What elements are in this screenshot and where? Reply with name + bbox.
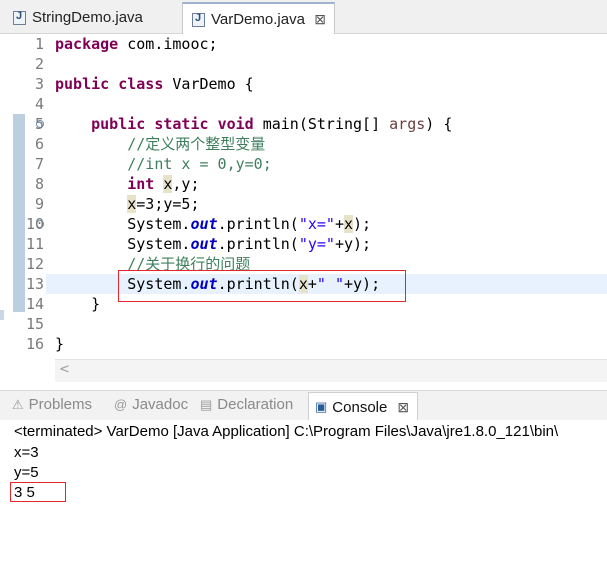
tab-stringdemo[interactable]: StringDemo.java	[4, 3, 179, 32]
line-number: 15	[25, 315, 44, 333]
parameter: args	[389, 115, 426, 133]
tab-label: Declaration	[217, 396, 294, 413]
tab-javadoc[interactable]: @ Javadoc	[114, 396, 188, 413]
view-tab-bar: ⚠ Problems @ Javadoc ▤ Declaration ▣ Con…	[0, 390, 607, 421]
code-line: 10 System.out.println("x="+x);	[0, 214, 607, 234]
editor-tab-bar: StringDemo.java VarDemo.java ⊠	[0, 0, 607, 35]
code-text: }	[55, 335, 65, 353]
line-number: 12	[25, 255, 44, 273]
code-line: 3 public class VarDemo {	[0, 74, 607, 94]
code-line: 7 //int x = 0,y=0;	[0, 154, 607, 174]
keyword: void	[217, 115, 254, 133]
code-text: main(String[]	[253, 115, 390, 133]
problems-icon: ⚠	[12, 396, 24, 412]
code-text: );	[353, 215, 372, 233]
code-text: +	[334, 215, 344, 233]
string-literal: "x="	[298, 215, 335, 233]
line-number: 4	[34, 95, 44, 113]
line-number: 13	[25, 275, 44, 293]
code-line: 9 x=3;y=5;	[0, 194, 607, 214]
tab-label: Javadoc	[132, 396, 189, 413]
keyword: public	[55, 75, 110, 93]
line-number: 16	[25, 335, 44, 353]
code-line: 11 System.out.println("y="+y);	[0, 234, 607, 254]
code-line: 16 }	[0, 334, 607, 354]
variable-occurrence: x	[127, 195, 137, 213]
line-number: 11	[25, 235, 44, 253]
code-text: ,y;	[172, 175, 200, 193]
keyword: int	[127, 175, 155, 193]
java-file-icon	[192, 12, 205, 27]
code-text: com.imooc;	[118, 35, 218, 53]
static-field: out	[190, 215, 218, 233]
keyword: class	[118, 75, 164, 93]
console-output[interactable]	[0, 420, 607, 580]
code-text: VarDemo {	[163, 75, 254, 93]
line-number: 6	[34, 135, 44, 153]
code-line: 5 public static void main(String[] args)…	[0, 114, 607, 134]
keyword: static	[154, 115, 209, 133]
code-line: 6 //定义两个整型变量	[0, 134, 607, 154]
keyword: public	[91, 115, 146, 133]
keyword: package	[55, 35, 119, 53]
tab-problems[interactable]: ⚠ Problems	[12, 396, 92, 413]
line-number: 8	[34, 175, 44, 193]
line-number: 14	[25, 295, 44, 313]
code-line: 2	[0, 54, 607, 74]
code-text: ) {	[425, 115, 453, 133]
line-number: 9	[34, 195, 44, 213]
close-icon[interactable]: ⊠	[397, 399, 409, 416]
line-number: 5	[34, 115, 44, 133]
code-text: System.	[127, 235, 191, 253]
console-output-line: y=5	[14, 464, 39, 481]
tab-console[interactable]: ▣ Console ⊠	[308, 392, 419, 421]
comment: //定义两个整型变量	[127, 135, 266, 153]
tab-vardemo[interactable]: VarDemo.java ⊠	[182, 2, 335, 35]
console-header: <terminated> VarDemo [Java Application] …	[14, 423, 559, 440]
declaration-icon: ▤	[200, 396, 213, 412]
line-number: 1	[34, 35, 44, 53]
code-line: 4	[0, 94, 607, 114]
tab-label: Console	[332, 398, 388, 416]
java-file-icon	[13, 10, 26, 25]
code-text: System.	[127, 215, 191, 233]
code-line: 15	[0, 314, 607, 334]
chevron-left-icon[interactable]: <	[59, 362, 70, 377]
line-number: 3	[34, 75, 44, 93]
static-field: out	[190, 235, 218, 253]
string-literal: "y="	[298, 235, 335, 253]
annotation-highlight-box	[118, 270, 406, 302]
code-text: }	[91, 295, 101, 313]
tab-declaration[interactable]: ▤ Declaration	[200, 396, 293, 413]
close-icon[interactable]: ⊠	[314, 11, 326, 28]
horizontal-scrollbar[interactable]: <	[55, 359, 607, 382]
tab-label: StringDemo.java	[32, 9, 143, 26]
code-text: +y);	[334, 235, 372, 253]
tab-label: VarDemo.java	[211, 11, 305, 28]
console-output-line: x=3	[14, 444, 39, 461]
javadoc-icon: @	[114, 397, 128, 412]
variable-occurrence: x	[344, 215, 354, 233]
line-number: 2	[34, 55, 44, 73]
code-line: 8 int x,y;	[0, 174, 607, 194]
annotation-highlight-box	[10, 482, 66, 502]
tab-label: Problems	[28, 396, 93, 413]
comment: //int x = 0,y=0;	[127, 155, 272, 173]
code-editor[interactable]: 1 package com.imooc; 2 3 public class Va…	[0, 34, 607, 382]
code-text: .println(	[217, 235, 299, 253]
line-number: 10	[25, 215, 44, 233]
code-text: =3;y=5;	[136, 195, 200, 213]
line-number: 7	[34, 155, 44, 173]
console-icon: ▣	[315, 399, 328, 414]
code-text: .println(	[217, 215, 299, 233]
code-line: 1 package com.imooc;	[0, 34, 607, 54]
